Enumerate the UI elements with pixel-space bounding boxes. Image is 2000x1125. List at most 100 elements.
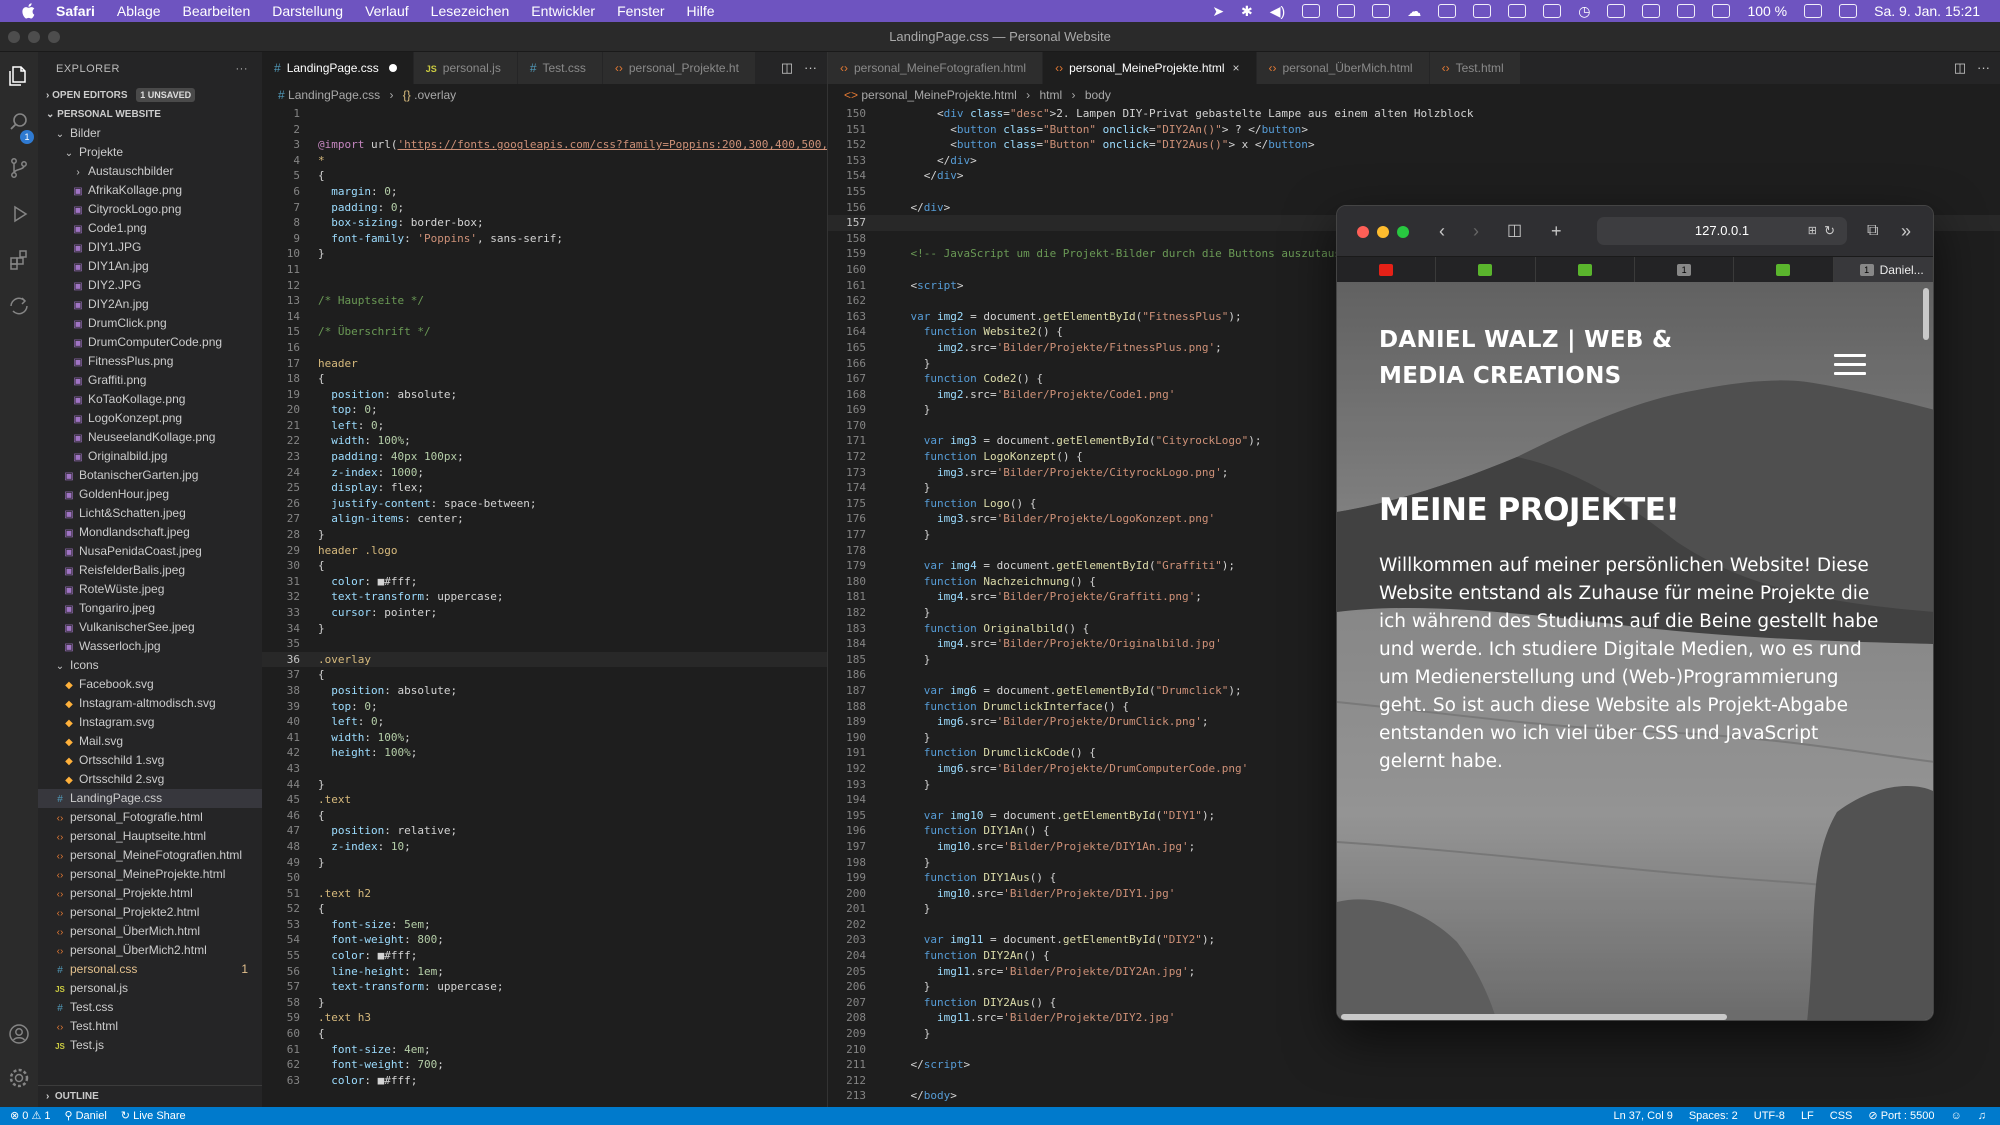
status-menu-icon[interactable] <box>1712 4 1731 18</box>
menu-ablage[interactable]: Ablage <box>117 3 161 19</box>
close-window-button[interactable] <box>8 31 20 43</box>
control-center-icon[interactable] <box>1839 4 1858 18</box>
file-item[interactable]: ▣ Licht&Schatten.jpeg <box>38 504 262 523</box>
safari-tab[interactable] <box>1337 257 1437 282</box>
cloud-icon[interactable]: ☁ <box>1407 3 1421 20</box>
line-endings[interactable]: LF <box>1801 1107 1814 1125</box>
project-section[interactable]: ⌄ PERSONAL WEBSITE <box>38 105 262 124</box>
tab-overview-icon[interactable]: ⧉ <box>1867 221 1878 241</box>
status-menu-icon[interactable] <box>1607 4 1626 18</box>
file-item[interactable]: ◆ Instagram-altmodisch.svg <box>38 694 262 713</box>
menu-verlauf[interactable]: Verlauf <box>365 3 409 19</box>
language-mode[interactable]: CSS <box>1830 1107 1853 1125</box>
file-item[interactable]: ◆ Facebook.svg <box>38 675 262 694</box>
status-menu-icon[interactable] <box>1508 4 1527 18</box>
status-menu-icon[interactable] <box>1473 4 1492 18</box>
folder-item[interactable]: ⌄ Bilder <box>38 124 262 143</box>
split-editor-icon[interactable]: ◫ <box>1954 60 1966 75</box>
forward-icon[interactable]: › <box>1473 221 1479 241</box>
file-item[interactable]: # LandingPage.css <box>38 789 262 808</box>
search-icon[interactable] <box>7 110 31 134</box>
file-item[interactable]: ▣ Graffiti.png <box>38 371 262 390</box>
menu-lesezeichen[interactable]: Lesezeichen <box>431 3 510 19</box>
file-item[interactable]: JS Test.js <box>38 1036 262 1055</box>
status-menu-icon[interactable] <box>1438 4 1457 18</box>
zoom-window-button[interactable] <box>1397 226 1409 238</box>
file-item[interactable]: ▣ GoldenHour.jpeg <box>38 485 262 504</box>
file-item[interactable]: ▣ DIY1An.jpg <box>38 257 262 276</box>
file-item[interactable]: ▣ DrumComputerCode.png <box>38 333 262 352</box>
code-editor-css[interactable]: 1 2 3 @import url('https://fonts.googleapis… <box>262 106 827 1088</box>
breadcrumb-symbol[interactable]: .overlay <box>414 88 456 102</box>
file-item[interactable]: ▣ KoTaoKollage.png <box>38 390 262 409</box>
site-logo-title[interactable]: DANIEL WALZ | WEB & MEDIA CREATIONS <box>1379 322 1759 394</box>
indentation[interactable]: Spaces: 2 <box>1689 1107 1738 1125</box>
file-item[interactable]: ▣ AfrikaKollage.png <box>38 181 262 200</box>
folder-item[interactable]: ⌄ Icons <box>38 656 262 675</box>
file-item[interactable]: ▣ Tongariro.jpeg <box>38 599 262 618</box>
file-item[interactable]: ▣ DrumClick.png <box>38 314 262 333</box>
file-item[interactable]: ‹› personal_Fotografie.html <box>38 808 262 827</box>
more-actions-icon[interactable]: ··· <box>804 60 817 75</box>
menu-safari[interactable]: Safari <box>56 3 95 19</box>
live-share-button[interactable]: ↻ Live Share <box>121 1107 186 1125</box>
breadcrumb-file[interactable]: personal_MeineProjekte.html <box>861 88 1016 102</box>
file-item[interactable]: ▣ NusaPenidaCoast.jpeg <box>38 542 262 561</box>
file-item[interactable]: # personal.css 1 <box>38 960 262 979</box>
file-item[interactable]: ‹› personal_Projekte.html <box>38 884 262 903</box>
menu-hilfe[interactable]: Hilfe <box>687 3 715 19</box>
close-window-button[interactable] <box>1357 226 1369 238</box>
battery-percent[interactable]: 100 % <box>1747 3 1787 19</box>
editor-tab[interactable]: ‹› personal_Projekte.ht <box>602 52 756 84</box>
file-item[interactable]: ▣ LogoKonzept.png <box>38 409 262 428</box>
more-actions-icon[interactable]: ··· <box>1977 60 1990 75</box>
file-item[interactable]: ▣ CityrockLogo.png <box>38 200 262 219</box>
bluetooth-icon[interactable]: ✱ <box>1241 3 1253 20</box>
new-tab-icon[interactable]: + <box>1551 221 1562 241</box>
file-item[interactable]: ‹› Test.html <box>38 1017 262 1036</box>
menu-darstellung[interactable]: Darstellung <box>272 3 343 19</box>
file-item[interactable]: ▣ FitnessPlus.png <box>38 352 262 371</box>
safari-tab[interactable] <box>1535 257 1635 282</box>
file-item[interactable]: ▣ NeuseelandKollage.png <box>38 428 262 447</box>
file-item[interactable]: ◆ Ortsschild 1.svg <box>38 751 262 770</box>
time-machine-icon[interactable]: ◷ <box>1578 3 1590 20</box>
menu-bar-clock[interactable]: Sa. 9. Jan. 15:21 <box>1874 3 1980 19</box>
file-item[interactable]: ‹› personal_Hauptseite.html <box>38 827 262 846</box>
sidebar-toggle-icon[interactable]: ◫ <box>1507 221 1522 241</box>
file-item[interactable]: ▣ DIY2.JPG <box>38 276 262 295</box>
file-item[interactable]: ▣ BotanischerGarten.jpg <box>38 466 262 485</box>
editor-tab[interactable]: ‹› personal_MeineProjekte.html × <box>1043 52 1257 84</box>
status-menu-icon[interactable] <box>1372 4 1391 18</box>
minimize-window-button[interactable] <box>1377 226 1389 238</box>
status-menu-icon[interactable] <box>1302 4 1321 18</box>
status-menu-icon[interactable] <box>1677 4 1696 18</box>
folder-item[interactable]: ⌄ Projekte <box>38 143 262 162</box>
breadcrumb-element[interactable]: body <box>1085 88 1111 102</box>
status-menu-icon[interactable] <box>1543 4 1562 18</box>
run-debug-icon[interactable] <box>7 202 31 226</box>
file-item[interactable]: JS personal.js <box>38 979 262 998</box>
feedback-icon[interactable]: ☺ <box>1951 1107 1962 1125</box>
more-actions-icon[interactable]: ··· <box>236 52 249 86</box>
breadcrumb-element[interactable]: html <box>1039 88 1062 102</box>
open-editors-section[interactable]: › OPEN EDITORS 1 UNSAVED <box>38 86 262 105</box>
safari-tab-active[interactable]: 1 Daniel... <box>1833 257 1933 282</box>
editor-tab[interactable]: ‹› Test.html <box>1429 52 1521 84</box>
safari-tab[interactable] <box>1436 257 1536 282</box>
file-item[interactable]: ◆ Mail.svg <box>38 732 262 751</box>
reload-icon[interactable]: ↻ <box>1824 217 1835 245</box>
status-menu-icon[interactable] <box>1642 4 1661 18</box>
notifications-icon[interactable]: ♫ <box>1978 1107 1986 1125</box>
live-server-port[interactable]: ⊘ Port : 5500 <box>1868 1107 1934 1125</box>
translate-icon[interactable]: ⊞ <box>1808 217 1817 245</box>
editor-tab[interactable]: # LandingPage.css <box>262 52 414 84</box>
safari-tab[interactable]: 1 <box>1634 257 1735 282</box>
menu-bearbeiten[interactable]: Bearbeiten <box>183 3 251 19</box>
editor-tab[interactable]: ‹› personal_MeineFotografien.html <box>828 52 1044 84</box>
gear-icon[interactable] <box>7 1066 31 1090</box>
close-tab-icon[interactable]: × <box>1233 61 1240 75</box>
menu-fenster[interactable]: Fenster <box>617 3 664 19</box>
file-item[interactable]: ‹› personal_MeineProjekte.html <box>38 865 262 884</box>
live-share-icon[interactable] <box>7 294 31 318</box>
